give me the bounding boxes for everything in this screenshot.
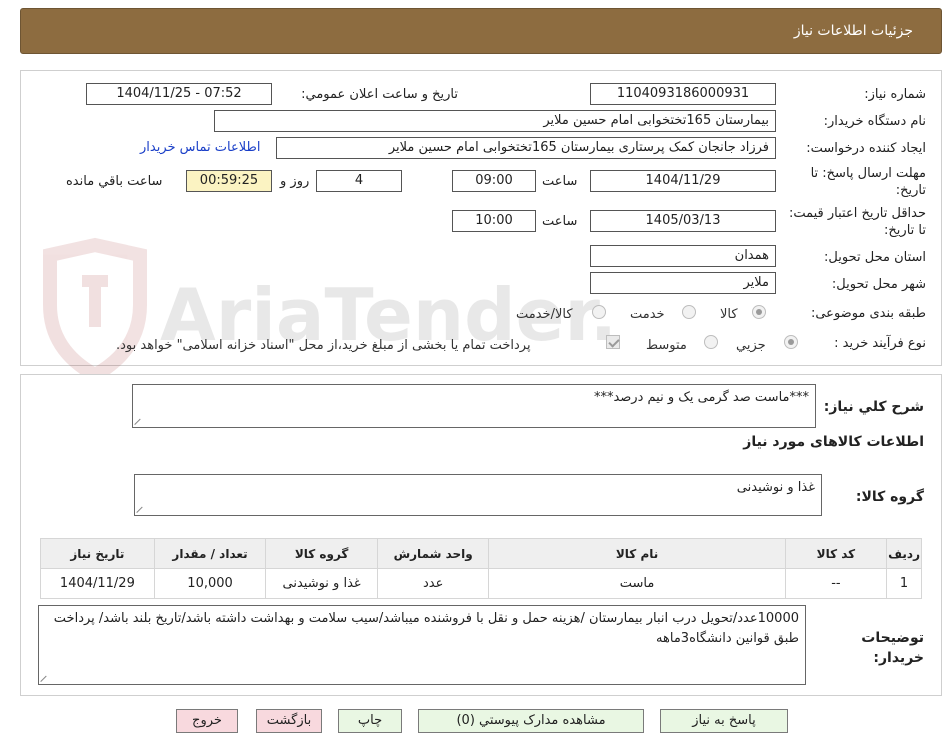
treasury-payment-note: پرداخت تمام یا بخشی از مبلغ خرید،از محل … [116, 338, 531, 353]
view-documents-button[interactable]: مشاهده مدارک پیوستي (0) [418, 709, 644, 733]
validity-date-field: 1405/03/13 [590, 210, 776, 232]
buyer-notes-text: 10000عدد/تحویل درب انبار بیمارستان /هزین… [53, 611, 799, 646]
validity-time-label: ساعت [542, 214, 578, 229]
city-label: شهر محل تحویل: [831, 277, 926, 292]
province-field: همدان [590, 245, 776, 267]
days-label: روز و [280, 174, 310, 189]
process-medium-radio[interactable] [704, 335, 718, 349]
cell-item-name: ماست [488, 568, 786, 599]
table-header-row: ردیف کد کالا نام کالا واحد شمارش گروه کا… [40, 538, 922, 569]
page-header: جزئیات اطلاعات نیاز [20, 8, 942, 54]
validity-time-field: 10:00 [452, 210, 536, 232]
treasury-payment-checkbox[interactable] [606, 335, 620, 349]
validity-label: حداقل تاریخ اعتبار قیمت: تا تاریخ: [788, 206, 926, 238]
col-header-row-number: ردیف [886, 538, 922, 569]
col-header-item-code: کد کالا [784, 538, 888, 569]
page-title: جزئیات اطلاعات نیاز [793, 23, 913, 39]
cell-unit: عدد [376, 568, 490, 599]
resize-grip-icon[interactable] [41, 674, 49, 682]
deadline-time-label: ساعت [542, 174, 578, 189]
buyer-notes-label: توضیحات خریدار: [861, 630, 924, 666]
creator-field: فرزاد جانجان کمک پرستاری بیمارستان 165تخ… [276, 137, 776, 159]
col-header-item-name: نام کالا [488, 538, 786, 569]
resize-grip-icon[interactable] [137, 505, 145, 513]
cell-item-code: -- [784, 568, 888, 599]
remaining-time-field: 00:59:25 [186, 170, 272, 192]
col-header-unit: واحد شمارش [376, 538, 490, 569]
deadline-date-field: 1404/11/29 [590, 170, 776, 192]
need-number-field: 1104093186000931 [590, 83, 776, 105]
category-label: طبقه بندی موضوعی: [810, 306, 926, 321]
need-number-label: شماره نیاز: [864, 87, 926, 102]
goods-group-textarea[interactable]: غذا و نوشیدنی [134, 474, 822, 516]
resize-grip-icon[interactable] [135, 417, 143, 425]
goods-info-title: اطلاعات کالاهای مورد نیاز [743, 434, 924, 450]
reply-button[interactable]: پاسخ به نیاز [660, 709, 788, 733]
cell-row-number: 1 [886, 568, 922, 599]
deadline-label: مهلت ارسال پاسخ: تا تاریخ: [810, 166, 926, 198]
general-description-text: ***ماست صد گرمی یک و نیم درصد*** [593, 390, 809, 405]
general-description-label: شرح کلي نیاز: [823, 399, 924, 415]
buyer-org-label: نام دستگاه خریدار: [823, 114, 926, 129]
category-service-label: خدمت [630, 307, 665, 322]
days-field: 4 [316, 170, 402, 192]
announce-field: 1404/11/25 - 07:52 [86, 83, 272, 105]
buyer-org-field: بیمارستان 165تختخوابی امام حسین ملایر [214, 110, 776, 132]
process-minor-label: جزیي [736, 338, 766, 353]
col-header-item-group: گروه کالا [265, 538, 378, 569]
exit-button[interactable]: خروج [176, 709, 238, 733]
table-row: 1 -- ماست عدد غذا و نوشیدنی 10,000 1404/… [40, 568, 922, 599]
province-label: استان محل تحویل: [824, 250, 926, 265]
cell-quantity: 10,000 [153, 568, 267, 599]
announce-label: تاریخ و ساعت اعلان عمومي: [301, 87, 458, 102]
back-button[interactable]: بازگشت [256, 709, 322, 733]
creator-label: ایجاد کننده درخواست: [806, 141, 926, 156]
buyer-notes-textarea[interactable]: 10000عدد/تحویل درب انبار بیمارستان /هزین… [38, 605, 806, 685]
col-header-need-date: تاریخ نیاز [40, 538, 155, 569]
cell-need-date: 1404/11/29 [40, 568, 155, 599]
general-description-textarea[interactable]: ***ماست صد گرمی یک و نیم درصد*** [132, 384, 816, 428]
category-goods-service-radio[interactable] [592, 305, 606, 319]
cell-item-group: غذا و نوشیدنی [265, 568, 378, 599]
buyer-contact-link[interactable]: اطلاعات تماس خریدار [140, 140, 260, 155]
process-medium-label: متوسط [646, 338, 687, 353]
category-goods-service-label: کالا/خدمت [516, 307, 573, 322]
goods-group-label: گروه کالا: [855, 489, 924, 505]
category-goods-radio[interactable] [752, 305, 766, 319]
print-button[interactable]: چاپ [338, 709, 402, 733]
city-field: ملایر [590, 272, 776, 294]
col-header-quantity: تعداد / مقدار [153, 538, 267, 569]
deadline-time-field: 09:00 [452, 170, 536, 192]
category-goods-label: کالا [720, 307, 738, 322]
goods-table: ردیف کد کالا نام کالا واحد شمارش گروه کا… [40, 538, 922, 599]
process-minor-radio[interactable] [784, 335, 798, 349]
category-service-radio[interactable] [682, 305, 696, 319]
goods-group-text: غذا و نوشیدنی [736, 480, 815, 495]
remaining-label: ساعت باقي مانده [66, 174, 163, 189]
process-label: نوع فرآیند خرید : [834, 336, 926, 351]
